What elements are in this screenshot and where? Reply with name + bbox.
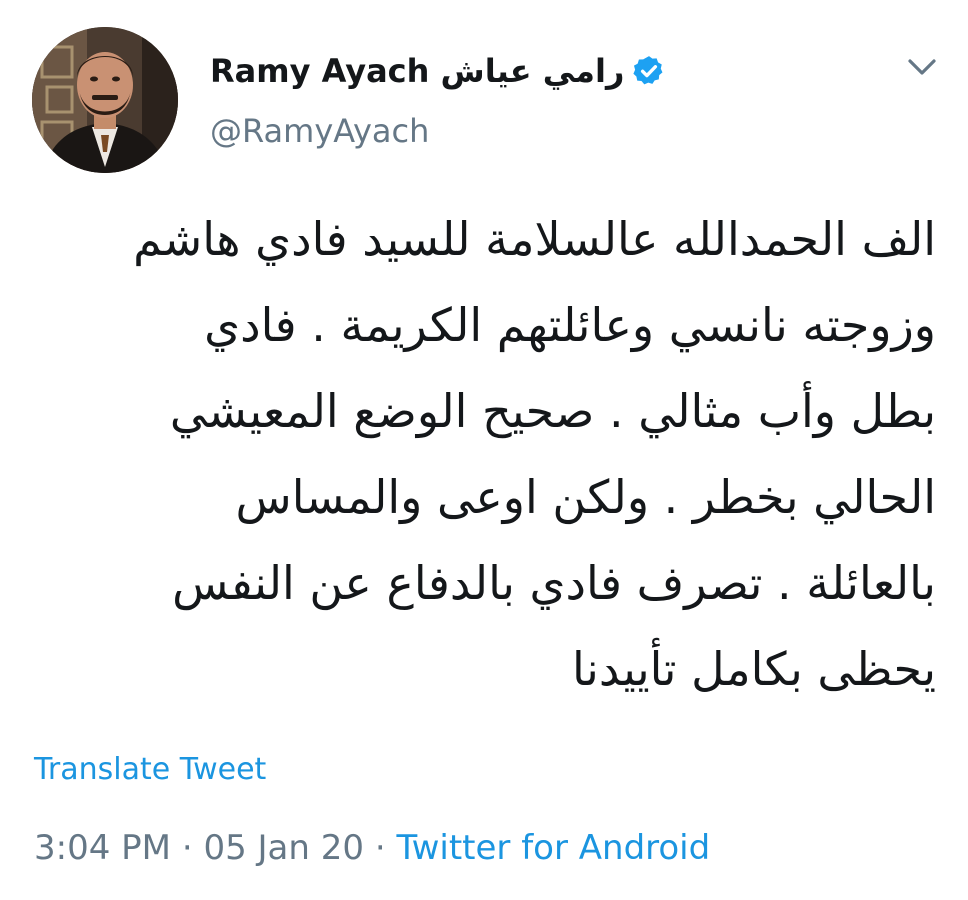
verified-badge-icon: [632, 54, 666, 88]
chevron-down-icon[interactable]: [902, 52, 942, 82]
tweet-text-line: بطل وأب مثالي . صحيح الوضع المعيشي: [169, 384, 936, 438]
avatar[interactable]: [32, 27, 178, 173]
tweet-source-link[interactable]: Twitter for Android: [396, 828, 710, 868]
user-handle[interactable]: @RamyAyach: [210, 112, 429, 150]
tweet-meta: 3:04 PM · 05 Jan 20 · Twitter for Androi…: [34, 828, 710, 868]
profile-photo-icon: [32, 27, 178, 173]
tweet-card: Ramy Ayach رامي عياش @RamyAyach الف الحم…: [0, 0, 968, 900]
tweet-date[interactable]: 05 Jan 20: [203, 828, 364, 868]
tweet-text-line: وزوجته نانسي وعائلتهم الكريمة . فادي: [204, 298, 936, 352]
tweet-text-line: بالعائلة . تصرف فادي بالدفاع عن النفس: [172, 556, 936, 610]
tweet-text-line: الف الحمدالله عالسلامة للسيد فادي هاشم: [133, 212, 936, 266]
translate-tweet-link[interactable]: Translate Tweet: [34, 752, 266, 787]
tweet-text-line: يحظى بكامل تأييدنا: [572, 642, 936, 696]
tweet-text: الف الحمدالله عالسلامة للسيد فادي هاشم و…: [34, 196, 936, 712]
tweet-text-line: الحالي بخطر . ولكن اوعى والمساس: [235, 470, 936, 524]
meta-separator: ·: [374, 828, 386, 868]
user-name-row[interactable]: Ramy Ayach رامي عياش: [210, 46, 666, 96]
display-name[interactable]: Ramy Ayach رامي عياش: [210, 52, 624, 90]
tweet-time[interactable]: 3:04 PM: [34, 828, 171, 868]
meta-separator: ·: [181, 828, 193, 868]
